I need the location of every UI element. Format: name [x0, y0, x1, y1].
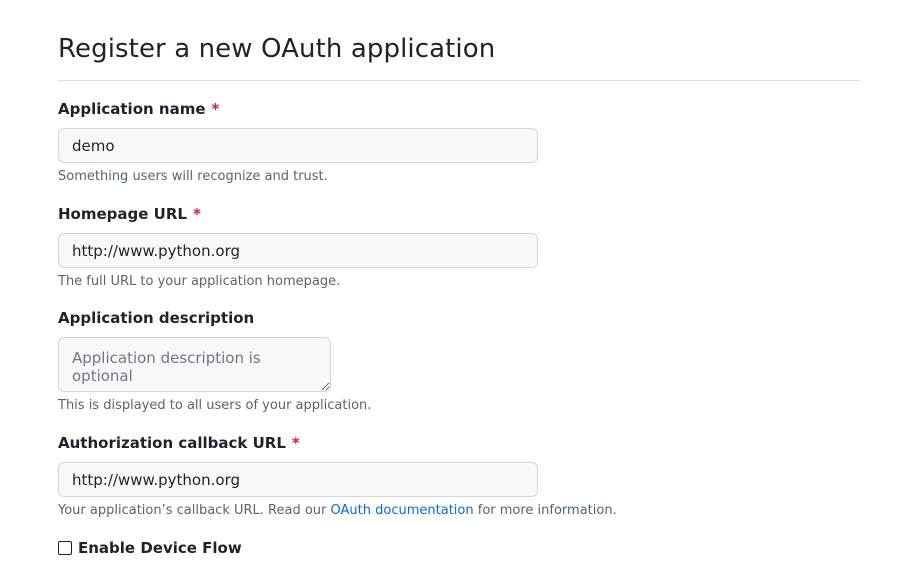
homepage-url-label-text: Homepage URL [58, 205, 187, 223]
title-divider [58, 80, 860, 81]
device-flow-checkbox[interactable] [58, 541, 72, 555]
oauth-register-page: Register a new OAuth application Applica… [0, 0, 897, 568]
app-name-required-mark: * [211, 100, 220, 118]
device-flow-label: Enable Device Flow [78, 539, 242, 557]
callback-url-label-text: Authorization callback URL [58, 434, 286, 452]
app-name-note: Something users will recognize and trust… [58, 169, 328, 184]
callback-url-label: Authorization callback URL * [58, 434, 300, 452]
description-label: Application description [58, 309, 254, 327]
description-label-text: Application description [58, 309, 255, 327]
homepage-url-input[interactable] [58, 233, 538, 268]
description-note: This is displayed to all users of your a… [58, 398, 372, 413]
app-name-label: Application name * [58, 100, 219, 118]
callback-note-before: Your application’s callback URL. Read ou… [58, 503, 331, 518]
description-textarea[interactable] [58, 337, 331, 392]
oauth-documentation-link[interactable]: OAuth documentation [331, 503, 474, 518]
callback-note-after: for more information. [473, 503, 617, 518]
homepage-url-label: Homepage URL * [58, 205, 201, 223]
homepage-url-note: The full URL to your application homepag… [58, 274, 341, 289]
callback-url-required-mark: * [291, 434, 300, 452]
app-name-label-text: Application name [58, 100, 206, 118]
page-title: Register a new OAuth application [58, 34, 496, 64]
app-name-input[interactable] [58, 128, 538, 163]
homepage-url-required-mark: * [192, 205, 201, 223]
callback-url-note: Your application’s callback URL. Read ou… [58, 503, 617, 518]
device-flow-row[interactable]: Enable Device Flow [58, 539, 242, 557]
callback-url-input[interactable] [58, 462, 538, 497]
